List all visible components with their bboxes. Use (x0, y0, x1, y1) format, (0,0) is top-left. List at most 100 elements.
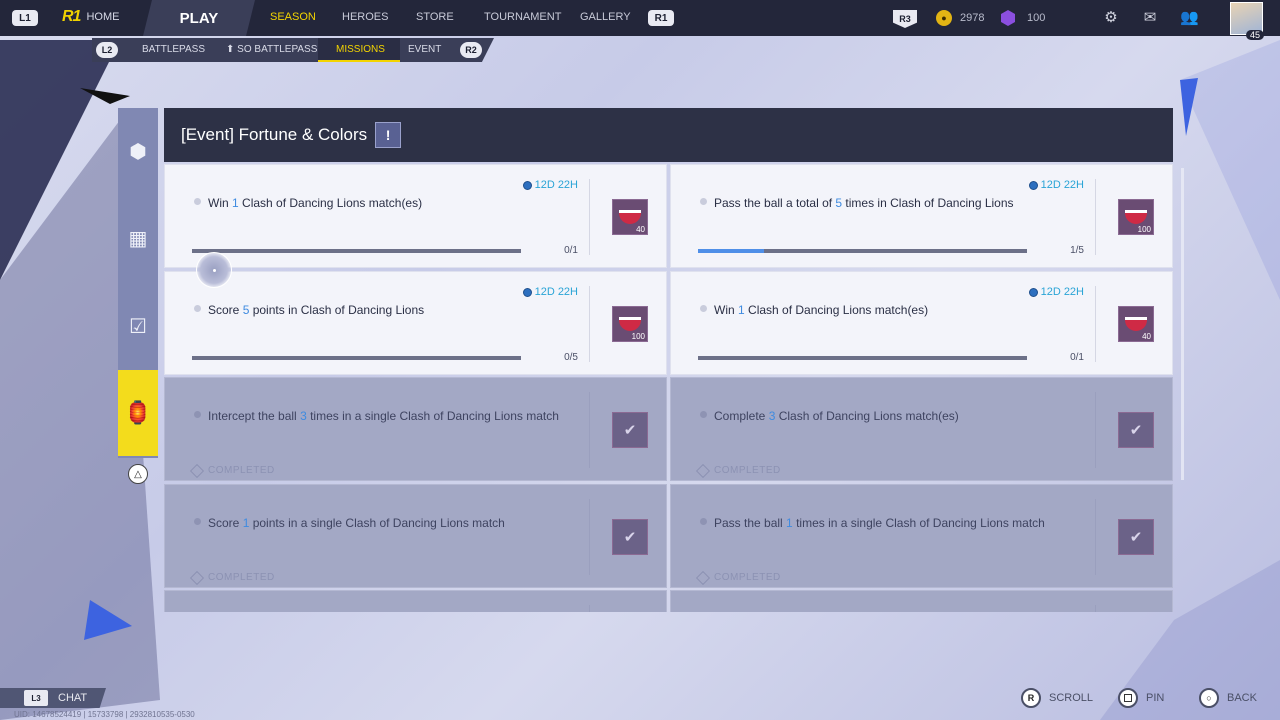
tab-heroes[interactable]: HEROES (342, 11, 416, 23)
mission-card[interactable]: Complete 3 Clash of Dancing Lions match(… (670, 377, 1173, 481)
progress-bar (192, 356, 521, 360)
subtab-battlepass[interactable]: BATTLEPASS (142, 44, 205, 55)
reward-item[interactable]: 100 (612, 306, 648, 342)
home-button[interactable]: R1 HOME (62, 8, 119, 26)
mission-text-post: Clash of Dancing Lions match(es) (238, 196, 423, 210)
mission-card[interactable]: Intercept the ball 3 times in a single C… (164, 377, 667, 481)
tab-store[interactable]: STORE (416, 11, 484, 23)
mission-card[interactable]: Pass the ball a total of 5 times in Clas… (670, 164, 1173, 268)
mission-text-post: times in Clash of Dancing Lions (842, 196, 1014, 210)
progress-fill (698, 249, 764, 253)
completed-status: COMPLETED (695, 570, 781, 585)
clock-icon (522, 287, 532, 297)
claimed-check-icon: ✔ (1129, 422, 1143, 439)
l2-button[interactable]: L2 (96, 42, 118, 58)
mission-bullet-icon (194, 198, 201, 205)
scrollbar[interactable] (1181, 168, 1184, 480)
mission-description: Intercept the ball 3 times in a single C… (208, 409, 559, 423)
mission-text-post: points in a single Clash of Dancing Lion… (249, 516, 505, 530)
mission-description: Pass the ball 1 times in a single Clash … (714, 516, 1045, 530)
mission-text-post: Clash of Dancing Lions match(es) (744, 303, 929, 317)
category-season-icon[interactable]: ⬢ (118, 131, 158, 171)
mission-bullet-icon (700, 411, 707, 418)
chat-button[interactable]: L3 CHAT (0, 688, 106, 708)
card-divider (589, 499, 590, 575)
mission-list: Win 1 Clash of Dancing Lions match(es) 12… (164, 164, 1174, 612)
tab-play[interactable]: PLAY (143, 0, 255, 36)
square-button-icon (1118, 688, 1138, 708)
avatar[interactable]: 45 (1230, 2, 1264, 40)
reward-item[interactable]: 40 (1118, 306, 1154, 342)
clock-icon (1028, 180, 1038, 190)
card-divider (1095, 499, 1096, 575)
scroll-label: SCROLL (1049, 692, 1094, 704)
mission-description: Win 1 Clash of Dancing Lions match(es) (208, 196, 422, 210)
mission-description: Win 1 Clash of Dancing Lions match(es) (714, 303, 928, 317)
mission-card[interactable]: Intercept the ball a total of 10 times i… (164, 590, 667, 612)
settings-gear-icon[interactable]: ⚙ (1102, 9, 1120, 27)
progress-count: 0/5 (564, 352, 578, 363)
tab-gallery[interactable]: GALLERY (580, 11, 644, 23)
category-checklist-icon[interactable]: ☑ (118, 306, 158, 346)
timer-text: 12D 22H (534, 179, 578, 191)
card-divider (1095, 286, 1096, 362)
completed-status: COMPLETED (189, 463, 275, 478)
mission-card[interactable]: Score 1 points in a single Clash of Danc… (670, 590, 1173, 612)
cursor-pointer-icon (196, 252, 232, 288)
mission-timer: 12D 22H (522, 286, 578, 298)
reward-quantity: 100 (1137, 225, 1151, 234)
progress-bar (698, 249, 1027, 253)
tab-tournament[interactable]: TOURNAMENT (484, 11, 580, 23)
subtab-so-battlepass[interactable]: ⬆ SO BATTLEPASS (226, 44, 317, 55)
subtab-missions[interactable]: MISSIONS (336, 44, 385, 55)
mission-text-post: times in a single Clash of Dancing Lions… (306, 409, 559, 423)
completed-label: COMPLETED (714, 465, 781, 476)
gem-icon (1001, 10, 1015, 26)
mission-card[interactable]: Score 5 points in Clash of Dancing Lions… (164, 271, 667, 375)
mission-target-number: 1 (786, 516, 793, 530)
mail-icon[interactable]: ✉ (1141, 9, 1159, 27)
mission-card[interactable]: Pass the ball 1 times in a single Clash … (670, 484, 1173, 588)
gem-count: 100 (1027, 12, 1046, 24)
top-bar: L1 R1 HOME PLAY SEASON HEROES STORE TOUR… (0, 0, 1280, 40)
reward-item[interactable]: 100 (1118, 199, 1154, 235)
friends-icon[interactable]: 👥 (1180, 9, 1199, 27)
reward-item[interactable]: 40 (612, 199, 648, 235)
r2-button[interactable]: R2 (460, 42, 482, 58)
mission-text-post: times in a single Clash of Dancing Lions… (792, 516, 1045, 530)
diamond-icon (695, 570, 711, 585)
reward-quantity: 40 (636, 225, 645, 234)
coin-balance: ● 2978 (936, 10, 984, 26)
completed-label: COMPLETED (714, 572, 781, 583)
mission-bullet-icon (194, 518, 201, 525)
arrow-up-icon: ⬆ (226, 44, 238, 55)
reward-quantity: 40 (1142, 332, 1151, 341)
mission-card[interactable]: Score 1 points in a single Clash of Danc… (164, 484, 667, 588)
tab-season[interactable]: SEASON (270, 11, 342, 23)
mission-card[interactable]: Win 1 Clash of Dancing Lions match(es) 12… (670, 271, 1173, 375)
category-event-lantern-icon[interactable]: 🏮 (118, 370, 158, 456)
card-divider (589, 286, 590, 362)
mission-text-pre: Score (208, 516, 243, 530)
l1-button[interactable]: L1 (12, 10, 38, 26)
r1-button[interactable]: R1 (648, 10, 674, 26)
info-button[interactable]: ! (375, 122, 402, 148)
mission-bullet-icon (700, 305, 707, 312)
chat-label: CHAT (58, 692, 88, 704)
l3-button: L3 (24, 690, 48, 706)
reward-bowl-icon (619, 317, 641, 331)
pin-button[interactable]: PIN (1118, 688, 1164, 708)
r-stick-icon: R (1021, 688, 1041, 708)
category-calendar-icon[interactable]: ▦ (118, 218, 158, 258)
sub-tab-bar: L2 BATTLEPASS ⬆ SO BATTLEPASS MISSIONS E… (92, 38, 494, 62)
reward-bowl-icon (1125, 317, 1147, 331)
panel-header: [Event] Fortune & Colors ! (164, 108, 1173, 162)
r3-button[interactable]: R3 (893, 10, 917, 28)
subtab-event[interactable]: EVENT (408, 44, 441, 55)
mission-card[interactable]: Win 1 Clash of Dancing Lions match(es) 12… (164, 164, 667, 268)
triangle-button-icon[interactable]: △ (128, 464, 148, 484)
card-divider (589, 605, 590, 612)
back-button[interactable]: ○ BACK (1199, 688, 1257, 708)
progress-count: 1/5 (1070, 245, 1084, 256)
progress-count: 0/1 (1070, 352, 1084, 363)
